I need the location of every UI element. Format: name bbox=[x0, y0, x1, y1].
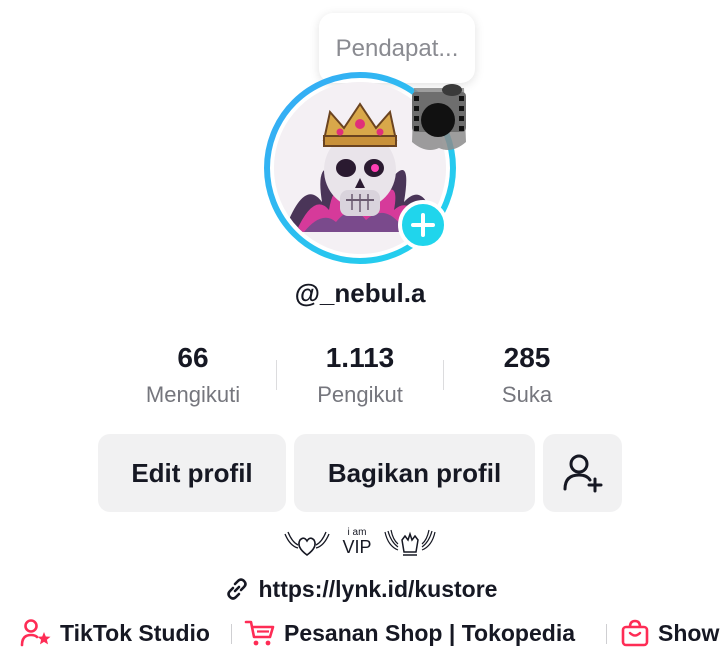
vip-big-text: VIP bbox=[342, 537, 372, 557]
profile-stats: 66 Mengikuti 1.113 Pengikut 285 Suka bbox=[110, 342, 610, 414]
plus-icon bbox=[411, 213, 435, 237]
bio-link-text: https://lynk.id/kustore bbox=[258, 575, 498, 602]
pet-icon[interactable] bbox=[404, 82, 474, 158]
stat-likes[interactable]: 285 Suka bbox=[444, 342, 610, 408]
bio-link[interactable]: https://lynk.id/kustore bbox=[0, 572, 720, 606]
share-profile-button[interactable]: Bagikan profil bbox=[294, 434, 535, 512]
tool-shop-orders-label: Pesanan Shop | Tokopedia bbox=[284, 619, 576, 646]
stat-likes-count: 285 bbox=[503, 342, 551, 373]
tool-divider bbox=[606, 624, 607, 644]
username: @_nebul.a bbox=[294, 278, 426, 308]
tool-showcase-label: Show bbox=[658, 619, 720, 646]
tool-tiktok-studio[interactable]: TikTok Studio bbox=[20, 618, 210, 648]
stat-following[interactable]: 66 Mengikuti bbox=[110, 342, 276, 408]
tool-tiktok-studio-label: TikTok Studio bbox=[60, 619, 210, 646]
winged-heart-icon bbox=[284, 531, 331, 556]
share-profile-label: Bagikan profil bbox=[327, 457, 502, 488]
add-user-icon bbox=[563, 454, 602, 493]
edit-profile-label: Edit profil bbox=[131, 457, 253, 488]
stat-likes-label: Suka bbox=[501, 382, 553, 407]
profile-bio: i am VIP bbox=[0, 528, 720, 558]
thought-bubble-text: Pendapat... bbox=[335, 35, 459, 62]
shop-bag-icon bbox=[621, 619, 649, 647]
stat-followers-count: 1.113 bbox=[325, 342, 395, 373]
link-icon bbox=[226, 578, 247, 600]
add-avatar-button[interactable] bbox=[398, 200, 448, 250]
vip-text: i am VIP bbox=[342, 527, 372, 557]
person-star-icon bbox=[20, 619, 51, 647]
stat-following-count: 66 bbox=[177, 342, 209, 373]
stat-followers-label: Pengikut bbox=[317, 382, 403, 407]
winged-crown-icon bbox=[383, 529, 436, 556]
profile-tools: TikTok Studio Pesanan Shop | Tokopedia S… bbox=[0, 614, 720, 654]
vip-small-text: i am bbox=[347, 527, 367, 538]
add-friend-button[interactable] bbox=[543, 434, 622, 512]
tool-showcase[interactable]: Show bbox=[620, 618, 719, 648]
tool-shop-orders[interactable]: Pesanan Shop | Tokopedia bbox=[244, 618, 575, 648]
stat-followers[interactable]: 1.113 Pengikut bbox=[277, 342, 443, 408]
cart-icon bbox=[244, 620, 275, 646]
edit-profile-button[interactable]: Edit profil bbox=[98, 434, 286, 512]
stat-following-label: Mengikuti bbox=[145, 382, 241, 407]
tool-divider bbox=[231, 624, 232, 644]
